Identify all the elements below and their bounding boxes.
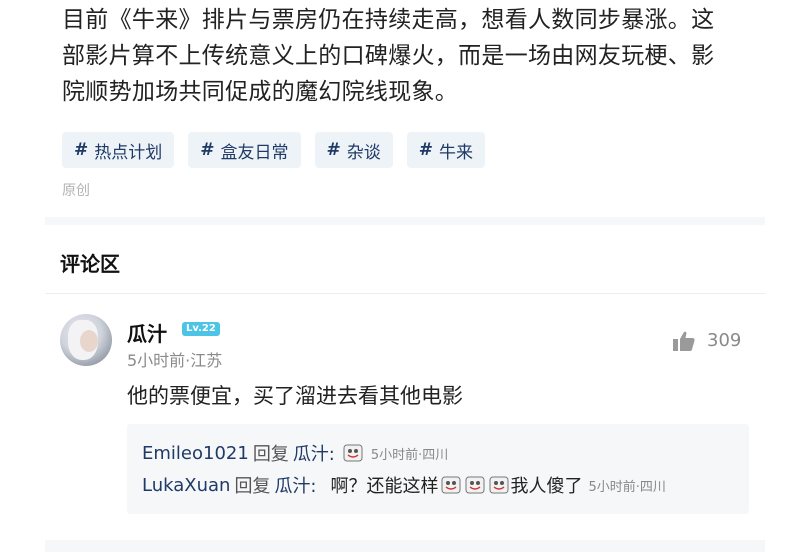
- thumbs-up-icon: [673, 331, 695, 351]
- hash-icon: #: [74, 140, 89, 160]
- article-body: 目前《牛来》排片与票房仍在持续走高，想看人数同步暴涨。这 部影片算不上传统意义上…: [62, 2, 752, 110]
- hash-icon: #: [326, 140, 341, 160]
- tag-hot-plan[interactable]: # 热点计划: [62, 132, 175, 168]
- reply-item: LukaXuan 回复 瓜汁: 啊？还能这样 我人傻了 5小时前·四川: [142, 472, 666, 498]
- article-line-1: 目前《牛来》排片与票房仍在持续走高，想看人数同步暴涨。这: [62, 7, 715, 33]
- section-divider: [45, 217, 765, 225]
- reply-author[interactable]: LukaXuan: [142, 475, 230, 496]
- divider: [45, 293, 765, 294]
- comment-text: 他的票便宜，买了溜进去看其他电影: [127, 384, 463, 408]
- reply-time: 5小时前·四川: [370, 447, 449, 463]
- tag-niulai[interactable]: # 牛来: [406, 132, 485, 168]
- comment-username[interactable]: 瓜汁: [127, 318, 167, 347]
- section-divider: [45, 540, 765, 552]
- reply-suffix: 我人傻了: [510, 476, 583, 497]
- article-line-2: 部影片算不上传统意义上的口碑爆火，而是一场由网友玩梗、影: [62, 43, 715, 69]
- reply-item: Emileo1021 回复 瓜汁: 5小时前·四川: [142, 440, 448, 466]
- reply-author[interactable]: Emileo1021: [142, 443, 249, 464]
- laughing-emoji-icon: [465, 476, 485, 494]
- tag-label: 热点计划: [94, 142, 163, 163]
- laughing-emoji-icon: [343, 444, 363, 462]
- reply-time: 5小时前·四川: [588, 479, 666, 495]
- tag-label: 牛来: [439, 142, 473, 163]
- replies-box: Emileo1021 回复 瓜汁: 5小时前·四川 LukaXuan 回复 瓜汁…: [127, 424, 749, 514]
- reply-target[interactable]: 瓜汁:: [274, 472, 316, 498]
- laughing-emoji-icon: [441, 476, 461, 494]
- original-label: 原创: [62, 183, 90, 199]
- reply-word: 回复: [234, 476, 271, 497]
- article-line-3: 院顺势加场共同促成的魔幻院线现象。: [62, 79, 459, 105]
- avatar[interactable]: [60, 314, 112, 366]
- comment-meta: 5小时前·江苏: [127, 351, 223, 370]
- tag-friends-daily[interactable]: # 盒友日常: [188, 132, 301, 168]
- page: 目前《牛来》排片与票房仍在持续走高，想看人数同步暴涨。这 部影片算不上传统意义上…: [0, 0, 803, 552]
- like-count: 309: [707, 330, 742, 351]
- reply-target[interactable]: 瓜汁:: [293, 440, 335, 466]
- avatar-face: [80, 330, 98, 352]
- tag-label: 盒友日常: [220, 142, 289, 163]
- tag-misc-talk[interactable]: # 杂谈: [314, 132, 393, 168]
- hash-icon: #: [418, 140, 433, 160]
- hash-icon: #: [200, 140, 215, 160]
- reply-word: 回复: [252, 444, 289, 465]
- comments-section-title: 评论区: [60, 252, 120, 276]
- tag-label: 杂谈: [346, 142, 381, 163]
- reply-text: 啊？还能这样: [330, 476, 439, 497]
- level-badge: Lv.22: [182, 322, 220, 336]
- tag-list: # 热点计划 # 盒友日常 # 杂谈 # 牛来: [62, 132, 485, 168]
- laughing-emoji-icon: [489, 476, 509, 494]
- like-button[interactable]: 309: [673, 330, 741, 351]
